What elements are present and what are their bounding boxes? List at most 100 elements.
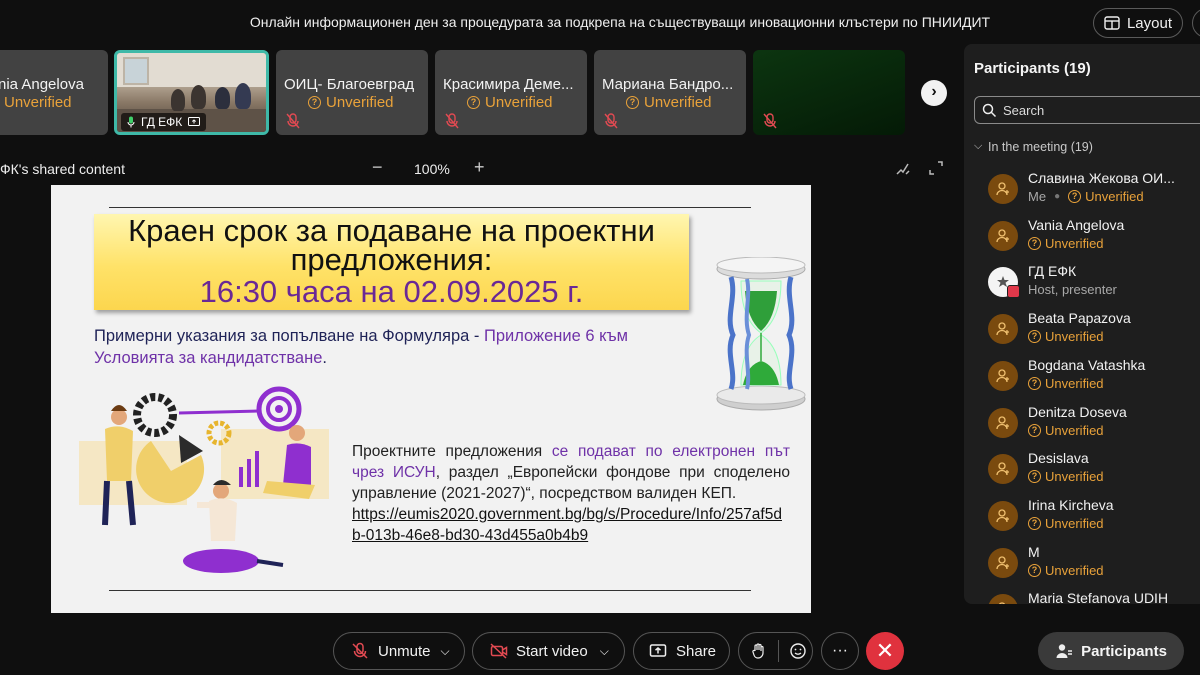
participant-status: ? Unverified xyxy=(1028,376,1104,391)
participant-status: ? Unverified xyxy=(1028,516,1104,531)
more-options-button[interactable]: ··· xyxy=(821,632,859,670)
search-placeholder: Search xyxy=(1003,103,1045,118)
participant-tile[interactable]: nia Angelova ? Unverified xyxy=(0,50,108,135)
warning-icon: ? xyxy=(1028,516,1041,530)
participant-status: ? Unverified xyxy=(1028,329,1104,344)
screen-share-icon xyxy=(188,117,201,126)
participant-tile[interactable]: ОИЦ- Благоевград ? Unverified xyxy=(276,50,428,135)
avatar xyxy=(988,407,1018,438)
avatar xyxy=(988,547,1018,578)
participant-row[interactable]: Desislava? Unverified xyxy=(964,450,1200,496)
chevron-down-icon[interactable]: ⌵ xyxy=(441,644,450,659)
participant-name: Beata Papazova xyxy=(1028,310,1131,327)
share-button[interactable]: Share xyxy=(633,632,730,670)
reaction-emoji-icon[interactable] xyxy=(789,642,807,660)
participant-row[interactable]: Denitza Doseva? Unverified xyxy=(964,404,1200,450)
participant-tile[interactable]: Красимира Деме... ? Unverified xyxy=(435,50,587,135)
tile-status-text: Unverified xyxy=(4,94,72,111)
zoom-out-button[interactable]: − xyxy=(372,157,383,178)
participant-name: Славина Жекова ОИ... xyxy=(1028,170,1175,186)
participant-row[interactable]: M? Unverified xyxy=(964,544,1200,590)
status-text: Unverified xyxy=(1045,329,1104,345)
mic-muted-icon xyxy=(604,113,618,129)
participant-row[interactable]: Славина Жекова ОИ... Me ●? Unverified xyxy=(964,170,1200,216)
procedure-link[interactable]: https://eumis2020.government.bg/bg/s/Pro… xyxy=(352,504,790,546)
warning-icon: ? xyxy=(308,96,321,109)
layout-button-label: Layout xyxy=(1126,14,1173,32)
avatar xyxy=(988,360,1018,391)
tile-name: Красимира Деме... xyxy=(443,76,574,93)
me-label: Me xyxy=(1028,189,1047,204)
warning-icon: ? xyxy=(1028,423,1041,437)
participant-row[interactable]: ГД ЕФК Host, presenter xyxy=(964,263,1200,309)
window-in-video xyxy=(123,57,149,85)
zoom-in-button[interactable]: + xyxy=(474,157,485,178)
shared-content-label: ФК's shared content xyxy=(0,161,125,177)
next-tiles-chevron-icon[interactable]: › xyxy=(921,80,947,106)
participant-name: Bogdana Vatashka xyxy=(1028,356,1146,373)
avatar xyxy=(988,314,1018,345)
status-text: Unverified xyxy=(1045,422,1104,438)
participant-tile-video[interactable] xyxy=(753,50,905,135)
share-label: Share xyxy=(676,642,717,660)
guide-text-plain: Примерни указания за попълване на Формул… xyxy=(94,327,484,345)
participant-tile[interactable]: Мариана Бандро... ? Unverified xyxy=(594,50,746,135)
status-text: Unverified xyxy=(1045,562,1104,578)
tile-name-overlay: ГД ЕФК xyxy=(121,113,207,131)
hourglass-icon xyxy=(716,257,806,411)
chevron-down-icon[interactable]: ⌵ xyxy=(600,644,609,659)
tile-status: ? Unverified xyxy=(308,94,394,111)
participant-name: ГД ЕФК xyxy=(1028,263,1077,280)
participants-panel-title: Participants (19) xyxy=(974,60,1091,77)
expand-icon[interactable] xyxy=(928,160,944,176)
start-video-button[interactable]: Start video ⌵ xyxy=(472,632,625,670)
participant-row[interactable]: Beata Papazova? Unverified xyxy=(964,310,1200,356)
tile-status-text: Unverified xyxy=(326,94,394,111)
tile-status: ? Unverified xyxy=(626,94,712,111)
deadline-banner: Краен срок за подаване на проектни предл… xyxy=(94,214,689,310)
tile-status-text: Unverified xyxy=(644,94,712,111)
tile-name: ГД ЕФК xyxy=(141,115,183,129)
participants-button[interactable]: Participants xyxy=(1038,632,1184,670)
participant-status: ? Unverified xyxy=(1028,563,1104,578)
participant-search-input[interactable]: Search xyxy=(974,96,1200,124)
shared-slide: Краен срок за подаване на проектни предл… xyxy=(51,185,811,613)
deadline-title: Краен срок за подаване на проектни предл… xyxy=(128,213,655,277)
in-meeting-group-header[interactable]: In the meeting (19) xyxy=(988,140,1093,154)
tile-status: ? Unverified xyxy=(467,94,553,111)
meeting-title: Онлайн информационен ден за процедурата … xyxy=(249,14,991,30)
tile-status: ? Unverified xyxy=(0,94,72,111)
zoom-level: 100% xyxy=(414,161,450,177)
teamwork-illustration xyxy=(79,386,329,573)
avatar xyxy=(988,220,1018,251)
status-text: Unverified xyxy=(1045,515,1104,531)
annotate-icon[interactable] xyxy=(895,160,911,176)
unmute-button[interactable]: Unmute ⌵ xyxy=(333,632,465,670)
guide-text-end: . xyxy=(322,349,327,367)
unmute-label: Unmute xyxy=(378,642,431,660)
guide-text: Примерни указания за попълване на Формул… xyxy=(94,325,654,369)
meeting-window: Онлайн информационен ден за процедурата … xyxy=(0,0,1200,675)
participant-tile-active[interactable]: ГД ЕФК xyxy=(114,50,269,135)
warning-icon: ? xyxy=(1068,190,1082,203)
layout-button[interactable]: Layout xyxy=(1093,8,1183,38)
warning-icon: ? xyxy=(1028,236,1041,250)
avatar xyxy=(988,594,1018,604)
participant-row[interactable]: Irina Kircheva? Unverified xyxy=(964,497,1200,543)
warning-icon: ? xyxy=(1028,330,1041,344)
chevron-down-icon[interactable]: ⌵ xyxy=(974,140,982,153)
participant-name: Irina Kircheva xyxy=(1028,496,1114,513)
slide-divider-top xyxy=(109,207,751,208)
mic-muted-icon xyxy=(763,113,777,129)
layout-icon xyxy=(1104,16,1120,30)
title-bar: Онлайн информационен ден за процедурата … xyxy=(0,0,1200,44)
leave-meeting-button[interactable]: ✕ xyxy=(866,632,904,670)
participant-row[interactable]: Vania Angelova? Unverified xyxy=(964,217,1200,263)
presenter-badge-icon xyxy=(1007,285,1020,299)
window-overflow-button[interactable] xyxy=(1192,8,1200,38)
participant-row[interactable]: Maria Stefanova UDIH xyxy=(964,590,1200,604)
participant-row[interactable]: Bogdana Vatashka ? Unverified xyxy=(964,357,1200,403)
status-text: Unverified xyxy=(1045,469,1104,485)
tile-status-text: Unverified xyxy=(485,94,553,111)
raise-hand-icon[interactable] xyxy=(750,642,768,660)
